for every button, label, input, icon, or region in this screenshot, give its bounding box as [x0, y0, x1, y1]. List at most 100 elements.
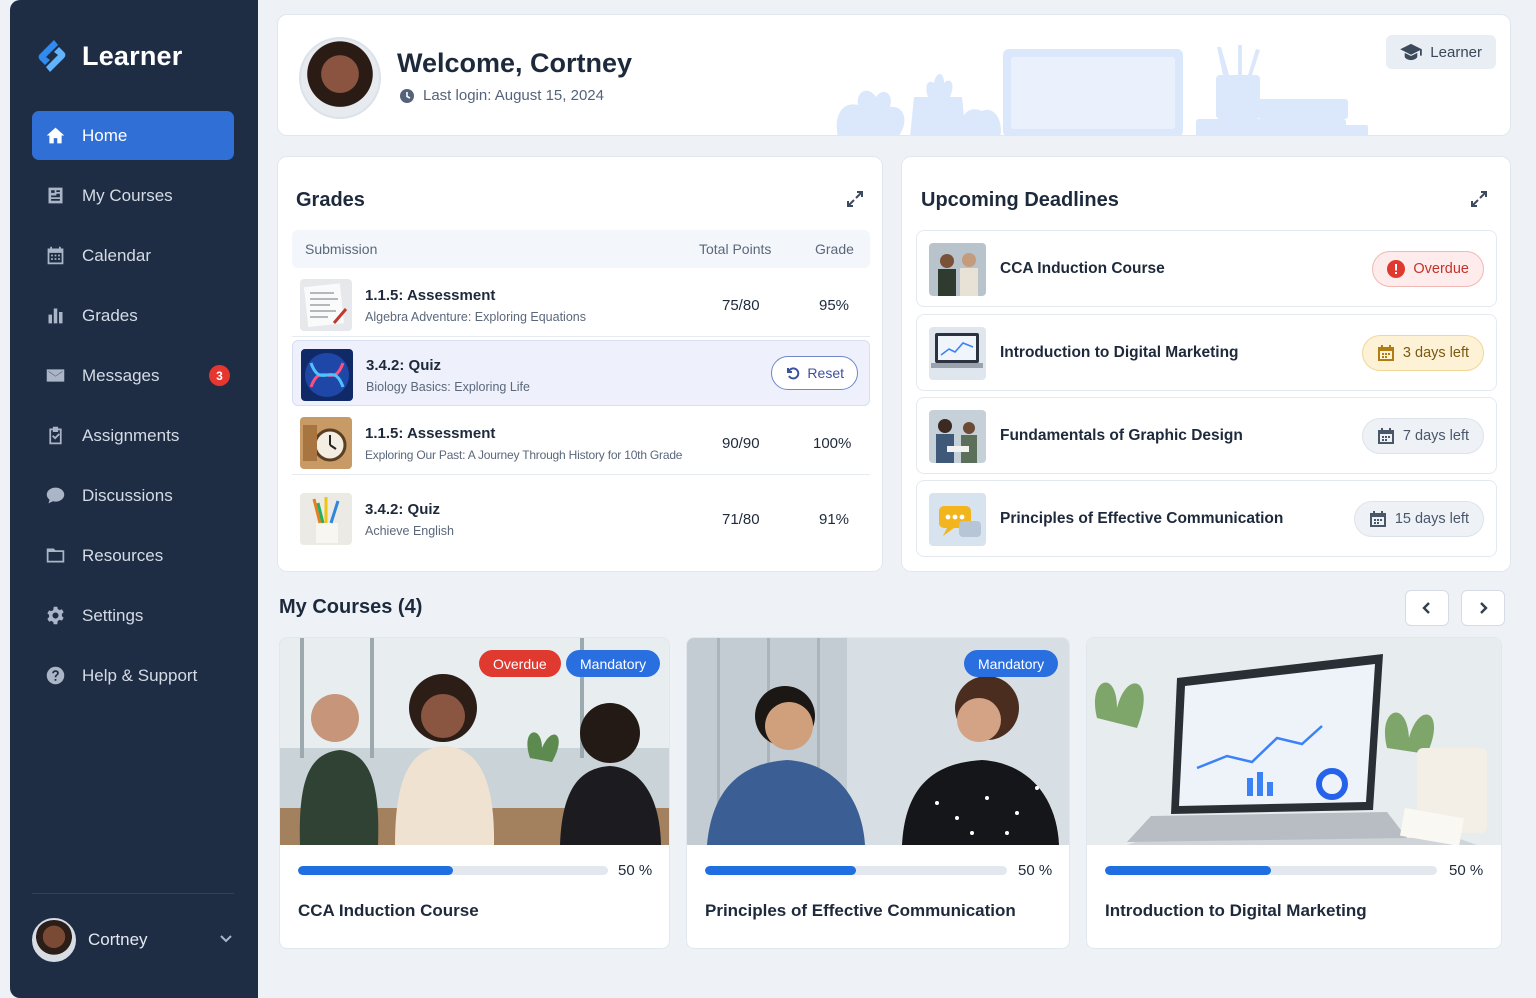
sidebar-item-my-courses[interactable]: My Courses	[32, 171, 234, 220]
calendar-icon	[1377, 428, 1394, 444]
desk-illustration	[836, 45, 1368, 135]
calendar-icon	[1377, 345, 1394, 361]
role-label: Learner	[1430, 43, 1482, 61]
table-row[interactable]: 3.4.2: Quiz Biology Basics: Exploring Li…	[292, 340, 870, 406]
sidebar-item-resources[interactable]: Resources	[32, 531, 234, 580]
sidebar-item-messages[interactable]: Messages 3	[32, 351, 234, 400]
brand[interactable]: Learner	[32, 36, 182, 76]
deadline-title: CCA Induction Course	[1000, 260, 1165, 277]
table-row[interactable]: 1.1.5: Assessment Exploring Our Past: A …	[292, 409, 870, 475]
deadline-title: Principles of Effective Communication	[1000, 510, 1284, 527]
deadline-item[interactable]: Introduction to Digital Marketing 3 days…	[916, 314, 1497, 391]
clipboard-icon	[44, 425, 66, 447]
grade-value: 91%	[819, 511, 850, 528]
sidebar-item-assignments[interactable]: Assignments	[32, 411, 234, 460]
folder-icon	[44, 545, 66, 567]
sidebar-item-label: Grades	[82, 305, 138, 325]
welcome-banner: Welcome, Cortney Last login: August 15, …	[277, 14, 1511, 136]
undo-icon	[787, 367, 800, 380]
grades-panel: Grades Submission Total Points Grade 1.1…	[277, 156, 883, 572]
sidebar: Learner Home My Courses Calendar Grades …	[10, 0, 258, 998]
deadline-item[interactable]: CCA Induction Course Overdue	[916, 230, 1497, 307]
chevron-left-icon	[1422, 602, 1430, 614]
graduation-cap-icon	[1400, 43, 1423, 61]
sidebar-item-discussions[interactable]: Discussions	[32, 471, 234, 520]
carousel-next-button[interactable]	[1461, 590, 1505, 626]
submission-title: 3.4.2: Quiz	[366, 357, 442, 374]
sidebar-item-label: Settings	[82, 605, 144, 625]
status-badge: Overdue	[1372, 251, 1484, 287]
status-text: 15 days left	[1394, 511, 1469, 527]
table-row[interactable]: 1.1.5: Assessment Algebra Adventure: Exp…	[292, 271, 870, 337]
page-title: Welcome, Cortney	[397, 48, 633, 78]
course-card[interactable]: Overdue Mandatory 50 % CCA Induction Cou…	[279, 637, 670, 949]
quiz-thumbnail	[301, 349, 353, 401]
course-image	[1087, 638, 1501, 845]
progress-bar	[705, 866, 1007, 875]
total-points: 75/80	[722, 297, 760, 314]
calendar-icon	[44, 245, 66, 267]
last-login-text: Last login: August 15, 2024	[423, 87, 604, 104]
course-thumbnail	[929, 327, 986, 380]
sidebar-item-label: My Courses	[82, 185, 173, 205]
grades-table-header: Submission Total Points Grade	[292, 230, 870, 268]
course-name: Introduction to Digital Marketing	[1105, 901, 1367, 920]
overdue-tag: Overdue	[479, 650, 561, 677]
course-card[interactable]: Mandatory 50 % Principles of Effective C…	[686, 637, 1070, 949]
status-badge: 7 days left	[1361, 418, 1484, 454]
assessment-thumbnail	[300, 417, 352, 469]
chevron-down-icon[interactable]	[218, 930, 234, 951]
course-name: Biology Basics: Exploring Life	[366, 380, 530, 394]
table-row[interactable]: 3.4.2: Quiz Achieve English 71/80 91%	[292, 485, 870, 551]
course-name: Algebra Adventure: Exploring Equations	[365, 310, 586, 324]
last-login: Last login: August 15, 2024	[399, 87, 604, 104]
sidebar-item-label: Calendar	[82, 245, 151, 265]
sidebar-item-label: Home	[82, 125, 128, 145]
clock-icon	[400, 88, 414, 103]
expand-icon[interactable]	[845, 189, 867, 211]
grade-value: 100%	[813, 435, 852, 452]
deadlines-panel: Upcoming Deadlines CCA Induction Course …	[901, 156, 1511, 572]
sidebar-item-grades[interactable]: Grades	[32, 291, 234, 340]
progress-fill	[1105, 866, 1271, 875]
mandatory-tag: Mandatory	[566, 650, 661, 677]
sidebar-item-calendar[interactable]: Calendar	[32, 231, 234, 280]
avatar	[299, 37, 381, 119]
envelope-icon	[44, 365, 66, 387]
home-icon	[44, 125, 66, 147]
unread-count-badge: 3	[209, 365, 230, 386]
gear-icon	[44, 605, 66, 627]
sidebar-item-settings[interactable]: Settings	[32, 591, 234, 640]
course-name: CCA Induction Course	[298, 901, 479, 920]
mandatory-tag: Mandatory	[964, 650, 1059, 677]
course-card[interactable]: 50 % Introduction to Digital Marketing	[1086, 637, 1502, 949]
submission-title: 3.4.2: Quiz	[365, 501, 441, 518]
sidebar-item-help[interactable]: Help & Support	[32, 651, 234, 700]
course-name: Exploring Our Past: A Journey Through Hi…	[365, 448, 683, 462]
carousel-prev-button[interactable]	[1405, 590, 1449, 626]
status-text: 7 days left	[1402, 428, 1469, 444]
sidebar-nav: Home My Courses Calendar Grades Messages…	[32, 111, 234, 711]
sidebar-item-label: Assignments	[82, 425, 180, 445]
reset-button[interactable]: Reset	[771, 356, 858, 390]
deadline-item[interactable]: Principles of Effective Communication 15…	[916, 480, 1497, 557]
progress-fill	[298, 866, 453, 875]
quiz-thumbnail	[300, 493, 352, 545]
progress-label: 50 %	[618, 862, 653, 879]
status-badge: 3 days left	[1361, 335, 1484, 371]
course-name: Principles of Effective Communication	[705, 901, 1016, 920]
course-name: Achieve English	[365, 524, 454, 538]
progress-bar	[1105, 866, 1437, 875]
deadline-title: Fundamentals of Graphic Design	[1000, 427, 1243, 444]
column-grade: Grade	[815, 241, 854, 257]
progress-label: 50 %	[1018, 862, 1053, 879]
deadline-title: Introduction to Digital Marketing	[1000, 344, 1239, 361]
expand-icon[interactable]	[1469, 189, 1491, 211]
submission-title: 1.1.5: Assessment	[365, 425, 496, 442]
role-badge[interactable]: Learner	[1386, 35, 1496, 69]
help-circle-icon	[44, 665, 66, 687]
deadline-item[interactable]: Fundamentals of Graphic Design 7 days le…	[916, 397, 1497, 474]
sidebar-divider	[32, 893, 234, 894]
user-menu[interactable]: Cortney	[32, 916, 234, 964]
sidebar-item-home[interactable]: Home	[32, 111, 234, 160]
